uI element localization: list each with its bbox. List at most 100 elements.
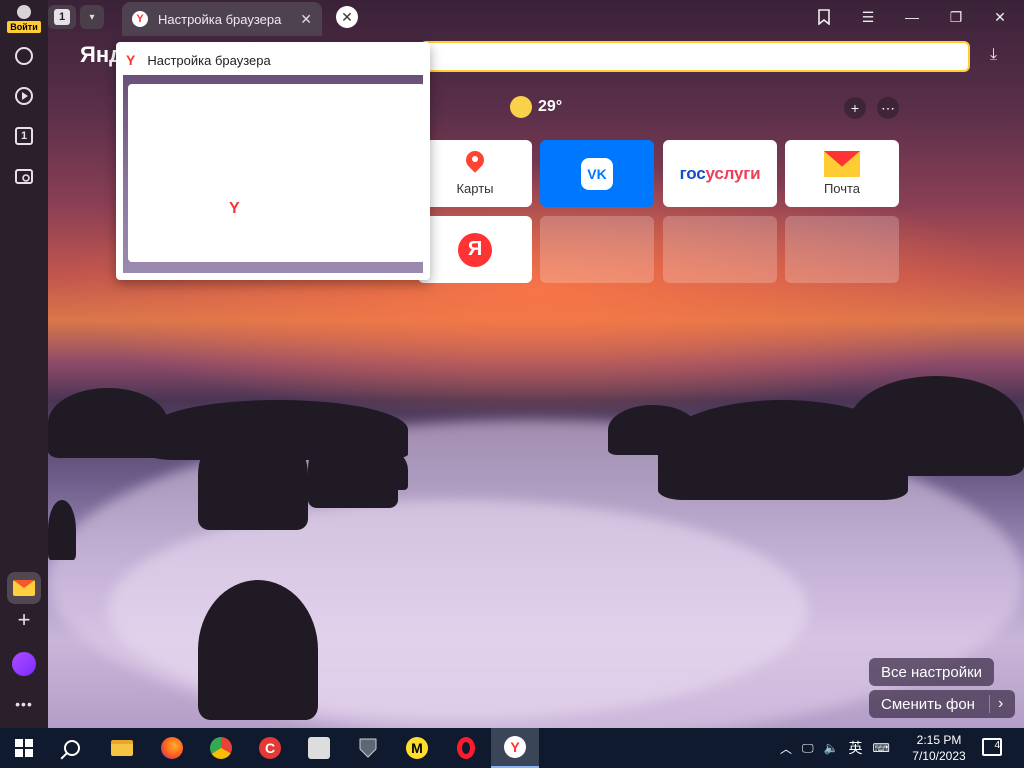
ccleaner-button[interactable]: C [246, 728, 294, 768]
keyboard-icon[interactable]: ⌨ [873, 741, 890, 755]
shield-icon [359, 738, 377, 758]
start-button[interactable] [0, 728, 48, 768]
search-icon [64, 740, 80, 756]
gosuslugi-logo: госуслуги [679, 163, 761, 183]
map-pin-icon [466, 151, 484, 175]
game-app-button[interactable] [295, 728, 343, 768]
mountain [48, 500, 76, 560]
restore-icon: ❐ [949, 8, 963, 25]
yandex-market-button[interactable]: M [393, 728, 441, 768]
volume-icon[interactable]: 🔈 [824, 741, 839, 755]
tile-mail[interactable]: Почта [785, 140, 899, 207]
tile-label: Карты [456, 181, 494, 196]
ellipsis-icon: ⋯ [881, 99, 895, 116]
windows-icon [15, 739, 33, 757]
change-background-button[interactable]: Сменить фон › [869, 690, 1016, 718]
tab-active[interactable]: Y Настройка браузера ✕ [122, 2, 322, 36]
more-button[interactable]: ••• [10, 690, 38, 718]
button-label: Сменить фон [881, 695, 975, 713]
more-options-button[interactable]: ⋯ [877, 97, 899, 119]
market-icon: M [406, 737, 428, 759]
address-bar[interactable] [420, 41, 970, 72]
tabs-button[interactable]: 1 [10, 122, 38, 150]
chevron-up-icon[interactable]: ︿ [780, 740, 792, 757]
clock[interactable]: 2:15 PM 7/10/2023 [906, 732, 972, 764]
tile-empty[interactable] [540, 216, 654, 283]
network-icon[interactable]: 🖵 [802, 741, 814, 756]
tab-count-button[interactable]: 1 [48, 5, 76, 29]
chevron-right-icon[interactable]: › [988, 695, 1003, 713]
minimize-button[interactable]: — [896, 4, 928, 30]
tile-gosuslugi[interactable]: госуслуги [663, 140, 777, 207]
envelope-icon [13, 580, 35, 596]
preview-page [128, 84, 425, 262]
tab-count: 1 [15, 127, 33, 145]
play-icon [15, 87, 33, 105]
notification-count: 4 [994, 740, 1000, 751]
tile-empty[interactable] [785, 216, 899, 283]
preview-header: Y Настройка браузера [126, 52, 271, 68]
tile-yandex[interactable]: Я [418, 216, 532, 283]
tile-vk[interactable]: VK [540, 140, 654, 207]
camera-icon [15, 169, 33, 184]
screenshot-button[interactable] [10, 162, 38, 190]
bookmarks-button[interactable] [808, 4, 840, 30]
tab-count-value: 1 [54, 9, 70, 25]
download-icon[interactable]: ⤓ [990, 46, 997, 64]
plus-icon: + [850, 100, 860, 116]
weather-widget[interactable]: 29° [510, 96, 562, 118]
user-icon [17, 5, 31, 19]
notifications-button[interactable]: 4 [982, 738, 1002, 756]
history-button[interactable] [10, 42, 38, 70]
temperature: 29° [538, 98, 563, 115]
date: 7/10/2023 [912, 749, 966, 763]
minimize-icon: — [905, 9, 919, 25]
mountain [368, 450, 408, 490]
folder-icon [111, 740, 133, 756]
alice-button[interactable] [10, 650, 38, 678]
opera-button[interactable] [442, 728, 490, 768]
vk-logo-icon: VK [581, 157, 613, 190]
login-button[interactable]: Войти [4, 2, 44, 34]
ime-indicator[interactable]: 英 [849, 738, 863, 758]
mail-icon [824, 151, 860, 177]
add-app-button[interactable]: + [10, 606, 38, 634]
tile-maps[interactable]: Карты [418, 140, 532, 207]
sun-icon [510, 96, 532, 118]
yandex-logo-icon: Я [458, 232, 492, 267]
chrome-button[interactable] [197, 728, 245, 768]
tab-title: Настройка браузера [158, 11, 282, 27]
tab-preview-popup: Y Настройка браузера Y [116, 42, 430, 280]
tab-counter[interactable]: 1 ▾ [48, 4, 106, 30]
button-label: Все настройки [881, 663, 983, 681]
yandex-browser-icon: Y [504, 736, 526, 758]
close-tab-icon[interactable]: ✕ [300, 11, 312, 28]
search-button[interactable] [48, 728, 96, 768]
yandex-y-icon: Y [132, 11, 148, 27]
add-tile-button[interactable]: + [844, 97, 866, 119]
restore-button[interactable]: ❐ [940, 4, 972, 30]
tile-empty[interactable] [663, 216, 777, 283]
yandex-browser-button[interactable]: Y [491, 728, 539, 768]
all-settings-button[interactable]: Все настройки [869, 658, 995, 686]
world-of-tanks-button[interactable] [344, 728, 392, 768]
preview-thumbnail: Y [123, 75, 425, 273]
system-tray: ︿ 🖵 🔈 英 ⌨ [780, 728, 890, 768]
firefox-button[interactable] [148, 728, 196, 768]
close-icon[interactable]: ✕ [336, 6, 358, 28]
window-close-button[interactable]: ✕ [984, 4, 1016, 30]
preview-title: Настройка браузера [147, 52, 271, 68]
taskbar: C M Y ︿ 🖵 🔈 英 ⌨ 2:15 PM 7/10/2023 4 [0, 728, 1024, 768]
game-icon [308, 737, 330, 759]
chrome-icon [210, 737, 232, 759]
tile-label: Почта [823, 181, 861, 196]
sidebar: Войти 1 + ••• [0, 0, 48, 728]
file-explorer-button[interactable] [98, 728, 146, 768]
media-button[interactable] [10, 82, 38, 110]
mail-app-button[interactable] [7, 572, 41, 604]
chevron-down-icon[interactable]: ▾ [80, 5, 104, 29]
menu-button[interactable]: ☰ [852, 4, 884, 30]
close-icon: ✕ [994, 8, 1006, 25]
ellipsis-icon: ••• [15, 696, 33, 712]
clock-icon [15, 47, 33, 65]
